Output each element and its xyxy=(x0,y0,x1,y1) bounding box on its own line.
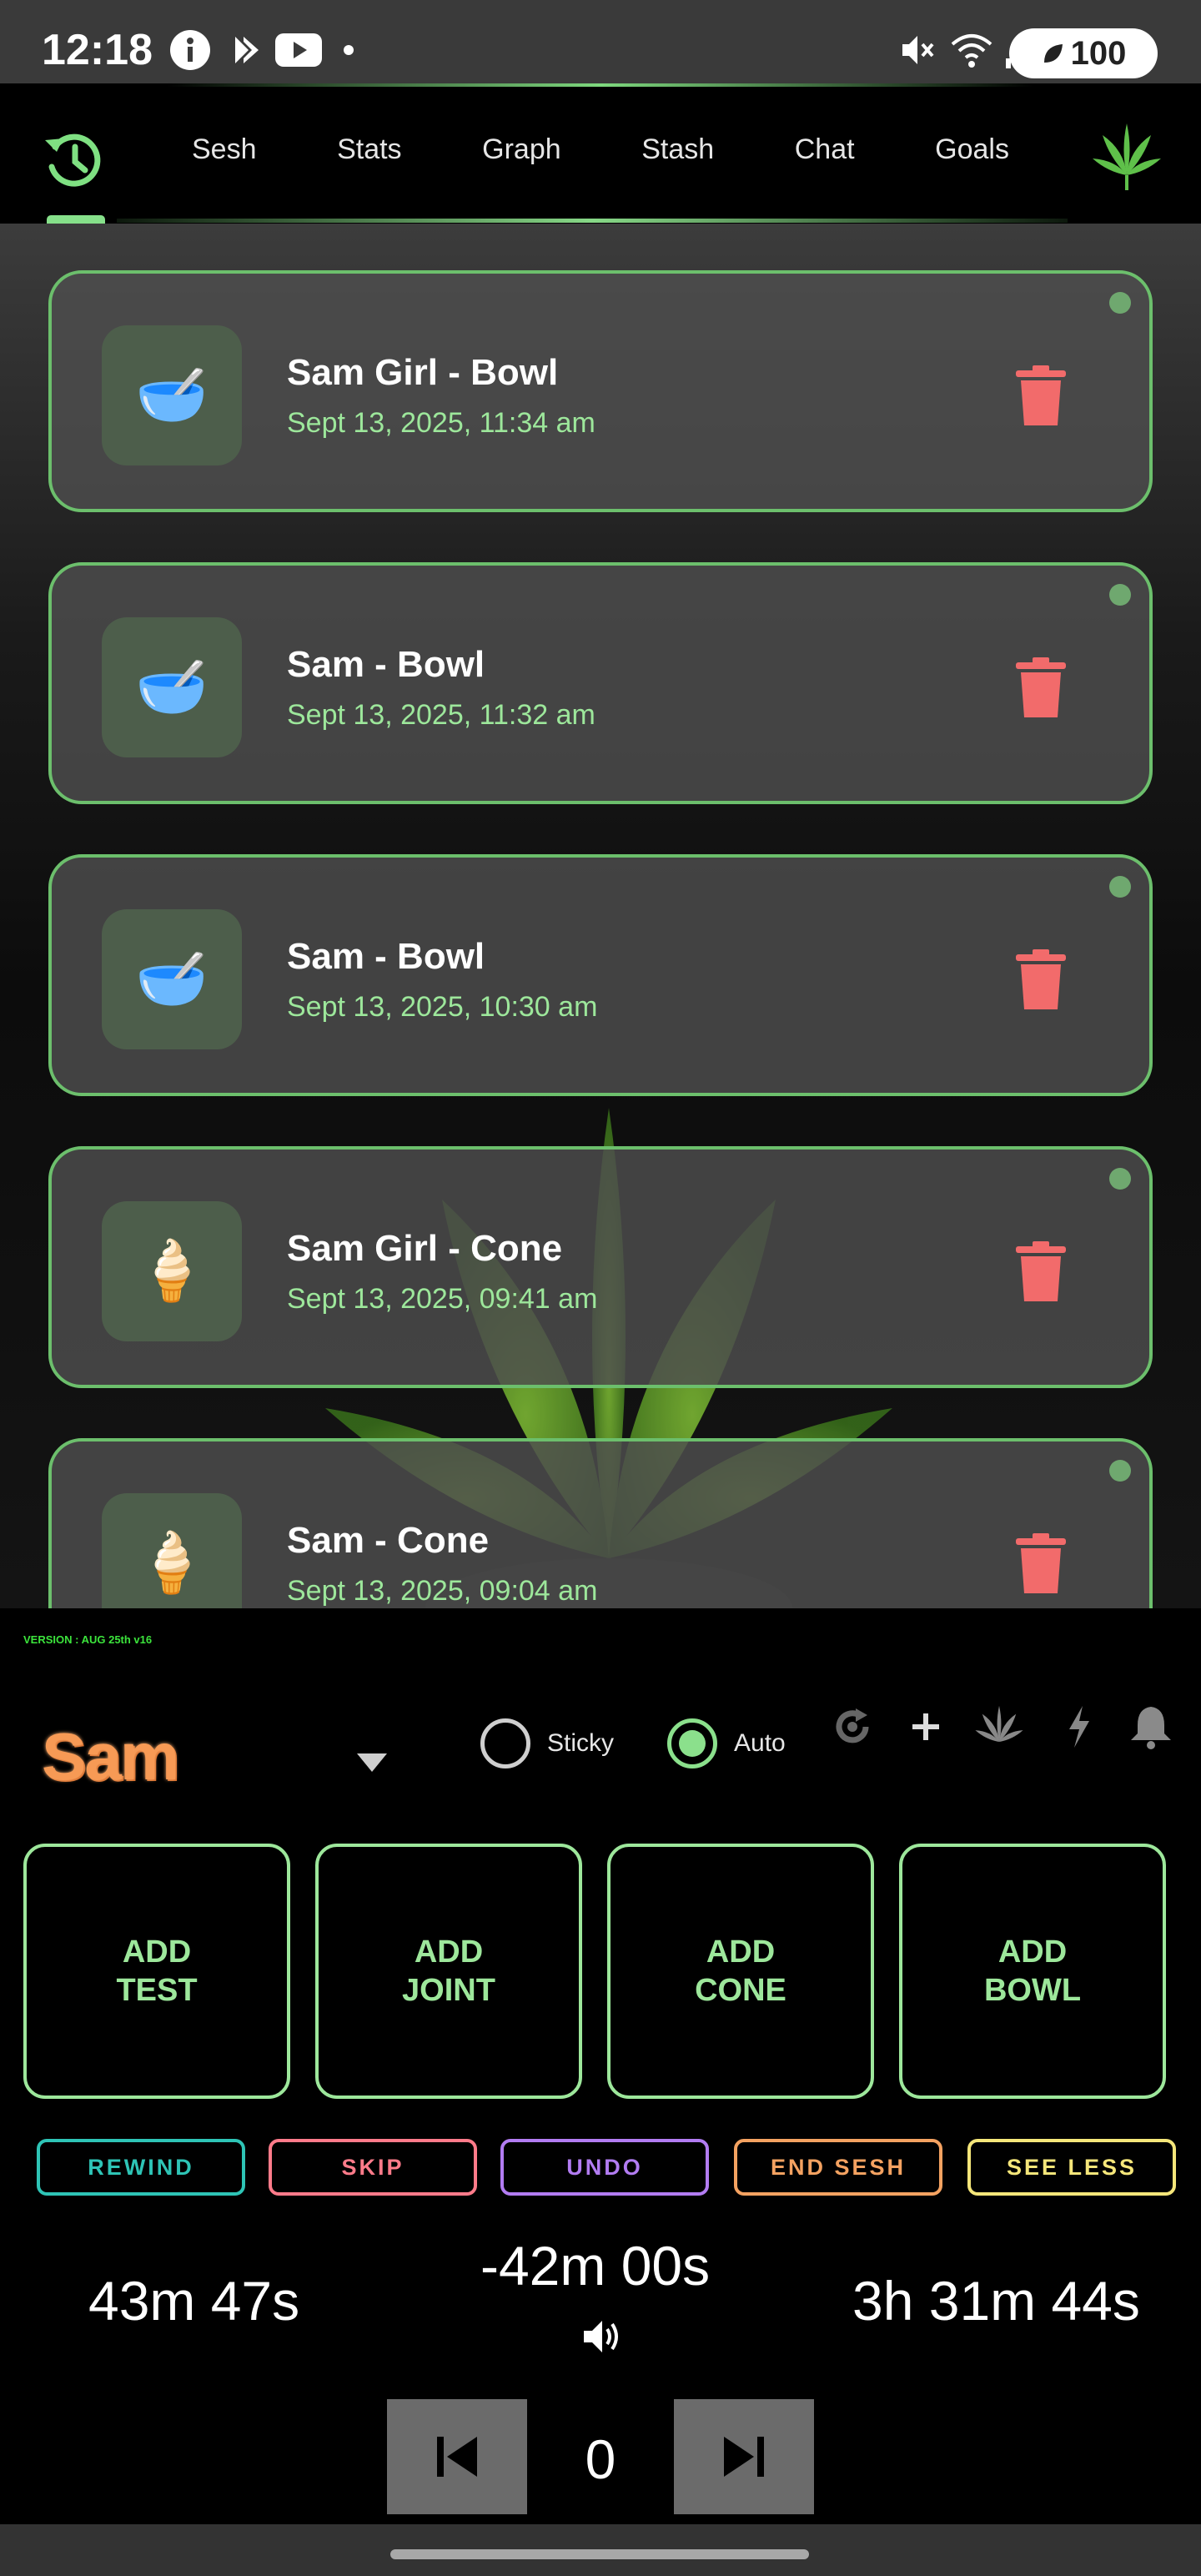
version-label: VERSION : AUG 25th v16 xyxy=(23,1633,153,1646)
status-dot xyxy=(1109,876,1131,898)
entry-title: Sam Girl - Bowl xyxy=(287,352,559,393)
tab-goals[interactable]: Goals xyxy=(935,133,1009,175)
entry-time: Sept 13, 2025, 09:04 am xyxy=(287,1575,598,1607)
nav-tabs: Sesh Stats Graph Stash Chat Goals xyxy=(167,133,1034,175)
status-dot xyxy=(1109,1168,1131,1190)
entry-time: Sept 13, 2025, 11:34 am xyxy=(287,407,595,439)
skip-forward-icon xyxy=(724,2437,764,2477)
media-play-icon xyxy=(230,30,264,70)
speaker-icon[interactable] xyxy=(580,2316,622,2357)
entry-title: Sam Girl - Cone xyxy=(287,1228,563,1269)
timer-total: 3h 31m 44s xyxy=(852,2270,1140,2332)
undo-button[interactable]: UNDO xyxy=(500,2139,709,2196)
history-list[interactable]: 🥣 Sam Girl - Bowl Sept 13, 2025, 11:34 a… xyxy=(0,224,1201,1608)
next-button[interactable] xyxy=(674,2399,814,2514)
tab-chat[interactable]: Chat xyxy=(795,133,855,175)
status-dot xyxy=(1109,1460,1131,1482)
delete-trash-icon[interactable] xyxy=(1016,1533,1066,1593)
top-nav: Sesh Stats Graph Stash Chat Goals xyxy=(0,83,1201,224)
previous-button[interactable] xyxy=(387,2399,527,2514)
entry-title: Sam - Bowl xyxy=(287,644,485,685)
history-card[interactable]: 🥣 Sam - Bowl Sept 13, 2025, 11:32 am xyxy=(48,562,1153,804)
cone-icon: 🍦 xyxy=(102,1493,242,1608)
active-tab-indicator xyxy=(47,215,105,224)
auto-radio[interactable]: Auto xyxy=(667,1718,786,1768)
lightning-icon[interactable] xyxy=(1054,1702,1104,1752)
rewind-button[interactable]: REWIND xyxy=(37,2139,245,2196)
history-icon[interactable] xyxy=(40,127,107,194)
see-less-button[interactable]: SEE LESS xyxy=(967,2139,1176,2196)
status-dot xyxy=(1109,584,1131,606)
info-icon xyxy=(168,30,212,70)
home-gesture-bar[interactable] xyxy=(390,2549,809,2559)
end-sesh-button[interactable]: END SESH xyxy=(734,2139,942,2196)
counter-value: 0 xyxy=(585,2428,616,2490)
dot-icon xyxy=(342,30,355,70)
timer-countdown: -42m 00s xyxy=(480,2235,711,2297)
user-name[interactable]: Sam xyxy=(42,1718,179,1795)
history-card[interactable]: 🍦 Sam Girl - Cone Sept 13, 2025, 09:41 a… xyxy=(48,1146,1153,1388)
auto-label: Auto xyxy=(734,1729,786,1757)
entry-title: Sam - Cone xyxy=(287,1520,490,1561)
sticky-radio[interactable]: Sticky xyxy=(480,1718,614,1768)
add-joint-button[interactable]: ADD JOINT xyxy=(315,1844,582,2099)
plus-icon[interactable] xyxy=(901,1702,951,1752)
leaf-icon[interactable] xyxy=(1091,120,1163,192)
bowl-icon: 🥣 xyxy=(102,325,242,465)
delete-trash-icon[interactable] xyxy=(1016,657,1066,717)
tab-graph[interactable]: Graph xyxy=(482,133,561,175)
status-time: 12:18 xyxy=(42,26,153,74)
nav-underline xyxy=(117,219,1068,223)
add-test-button[interactable]: ADD TEST xyxy=(23,1844,290,2099)
battery-level: 100 xyxy=(1070,34,1127,72)
youtube-icon xyxy=(275,30,322,70)
status-bar: 12:18 100 xyxy=(0,0,1201,83)
leaf-filter-icon[interactable] xyxy=(974,1702,1024,1752)
wifi-icon xyxy=(949,30,994,70)
radio-circle xyxy=(480,1718,530,1768)
status-dot xyxy=(1109,292,1131,314)
chevron-down-icon[interactable] xyxy=(355,1752,389,1774)
delete-trash-icon[interactable] xyxy=(1016,1241,1066,1301)
mute-icon xyxy=(897,30,936,70)
timer-since-last: 43m 47s xyxy=(88,2270,300,2332)
entry-title: Sam - Bowl xyxy=(287,936,485,977)
refresh-icon[interactable] xyxy=(827,1702,877,1752)
history-card[interactable]: 🥣 Sam - Bowl Sept 13, 2025, 10:30 am xyxy=(48,854,1153,1096)
history-card[interactable]: 🍦 Sam - Cone Sept 13, 2025, 09:04 am xyxy=(48,1438,1153,1608)
entry-time: Sept 13, 2025, 09:41 am xyxy=(287,1283,598,1315)
nav-glow xyxy=(167,83,1034,87)
tab-sesh[interactable]: Sesh xyxy=(192,133,257,175)
bowl-icon: 🥣 xyxy=(102,617,242,757)
cone-icon: 🍦 xyxy=(102,1201,242,1341)
tab-stash[interactable]: Stash xyxy=(641,133,714,175)
bell-icon[interactable] xyxy=(1126,1702,1176,1752)
leaf-battery-icon xyxy=(1043,44,1063,63)
delete-trash-icon[interactable] xyxy=(1016,365,1066,425)
tab-stats[interactable]: Stats xyxy=(337,133,401,175)
battery-indicator: 100 xyxy=(1009,28,1158,78)
history-card[interactable]: 🥣 Sam Girl - Bowl Sept 13, 2025, 11:34 a… xyxy=(48,270,1153,512)
add-bowl-button[interactable]: ADD BOWL xyxy=(899,1844,1166,2099)
skip-button[interactable]: SKIP xyxy=(269,2139,477,2196)
entry-time: Sept 13, 2025, 11:32 am xyxy=(287,699,595,731)
radio-circle-selected xyxy=(667,1718,717,1768)
sticky-label: Sticky xyxy=(547,1729,615,1757)
delete-trash-icon[interactable] xyxy=(1016,949,1066,1009)
skip-back-icon xyxy=(437,2437,477,2477)
bowl-icon: 🥣 xyxy=(102,909,242,1049)
add-cone-button[interactable]: ADD CONE xyxy=(607,1844,874,2099)
entry-time: Sept 13, 2025, 10:30 am xyxy=(287,991,598,1023)
